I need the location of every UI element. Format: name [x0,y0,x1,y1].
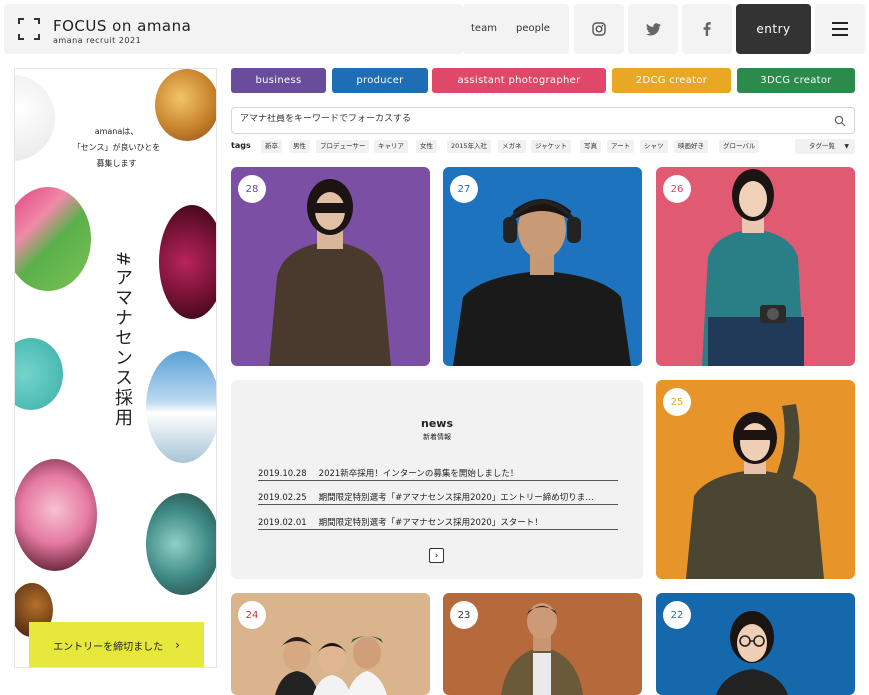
tag-chip[interactable]: ジャケット [531,140,572,153]
logo-title: FOCUS on amana [53,17,192,35]
tag-chip[interactable]: シャツ [640,140,668,153]
news-date: 2019.10.28 [258,469,307,479]
tag-chip[interactable]: 男性 [289,140,310,153]
tag-chip[interactable]: プロデューサー [316,140,370,153]
focus-frame-icon [18,18,40,40]
keyword-search [231,107,855,134]
news-item-link[interactable]: 2019.02.01 期間限定特別選考「#アマナセンス採用2020」スタート！ [258,516,618,530]
tag-chip[interactable]: 新卒 [261,140,282,153]
chevron-right-icon: › [175,638,180,652]
news-text: 期間限定特別選考「#アマナセンス採用2020」スタート！ [318,518,543,528]
photo-circle-flower [159,205,216,319]
logo-subtitle: amana recruit 2021 [53,36,142,45]
card-number-badge: 28 [238,175,266,203]
news-text: 期間限定特別選考「#アマナセンス採用2020」エントリー締め切りま… [318,493,594,503]
tag-chip[interactable]: 2015年入社 [447,140,492,153]
page: FOCUS on amana amana recruit 2021 team p… [0,0,869,695]
banner-copy-line: amanaは、 [94,127,139,136]
news-date: 2019.02.25 [258,493,307,503]
news-text: 2021新卒採用！インターンの募集を開始しました！ [318,469,519,479]
news-item-link[interactable]: 2019.10.28 2021新卒採用！インターンの募集を開始しました！ [258,467,618,481]
tag-chip[interactable]: 女性 [416,140,437,153]
banner-copy-line: 募集します [96,159,137,168]
menu-icon [832,22,848,24]
recruit-banner[interactable]: amanaは、 「センス」が良いひとを 募集します #アマナセンス採用 エントリ… [14,68,217,668]
news-subtitle: 新着情報 [423,433,451,441]
nav-people-link[interactable]: people [516,23,550,34]
photo-circle-dancer [15,187,91,291]
site-header: FOCUS on amana amana recruit 2021 team p… [0,0,869,58]
entry-closed-label: エントリーを締切ました [53,641,164,653]
facebook-button[interactable] [682,4,732,54]
caret-down-icon: ▼ [844,143,849,150]
category-button-3dcg-creator[interactable]: 3DCG creator [737,68,855,93]
card-number-badge: 24 [238,601,266,629]
twitter-icon [645,22,661,35]
facebook-icon [703,22,711,36]
instagram-button[interactable] [574,4,624,54]
card-number-badge: 25 [663,388,691,416]
news-panel: news 新着情報 2019.10.28 2021新卒採用！インターンの募集を開始… [231,380,643,579]
tag-chip[interactable]: 写真 [580,140,601,153]
card-number-badge: 26 [663,175,691,203]
card-number-badge: 23 [450,601,478,629]
card-number-badge: 22 [663,601,691,629]
logo-link[interactable]: FOCUS on amana amana recruit 2021 [4,4,463,54]
twitter-button[interactable] [628,4,678,54]
nav-links: team people [463,4,569,54]
chevron-right-icon[interactable]: › [429,548,444,563]
tag-chip[interactable]: 映画好き [674,140,708,153]
tag-chip[interactable]: グローバル [719,140,760,153]
banner-vertical-title: #アマナセンス採用 [112,251,133,429]
photo-circle-teal [15,338,63,410]
photo-circle-portrait [15,459,97,571]
tag-dropdown-label: タグ一覧 [809,142,835,150]
category-button-business[interactable]: business [231,68,326,93]
tags-row: tags 新卒 男性 プロデューサー キャリア 女性 2015年入社 メガネ ジャケット 写真ア… [231,139,855,154]
tags-label: tags [231,141,251,150]
category-button-assistant-photographer[interactable]: assistant photographer [432,68,606,93]
card-number-badge: 27 [450,175,478,203]
news-date: 2019.02.01 [258,518,307,528]
banner-copy: amanaは、 「センス」が良いひとを 募集します [15,124,216,172]
tag-chip[interactable]: キャリア [374,140,408,153]
tag-list-dropdown[interactable]: タグ一覧 ▼ [795,139,855,154]
photo-circle-sky [146,351,216,463]
news-title: news [420,417,453,430]
tag-chip[interactable]: メガネ [498,140,526,153]
category-button-producer[interactable]: producer [332,68,428,93]
entry-closed-button[interactable]: エントリーを締切ました › [29,622,204,667]
tag-chip[interactable]: アート [607,140,635,153]
entry-button[interactable]: entry [736,4,811,54]
search-icon[interactable] [834,115,846,127]
category-button-2dcg-creator[interactable]: 2DCG creator [612,68,731,93]
hamburger-menu-button[interactable] [815,4,865,54]
nav-team-link[interactable]: team [471,23,497,34]
photo-circle-reef [146,493,216,595]
search-input[interactable] [240,114,820,124]
news-item-link[interactable]: 2019.02.25 期間限定特別選考「#アマナセンス採用2020」エントリー締め… [258,491,618,505]
instagram-icon [592,22,606,36]
banner-copy-line: 「センス」が良いひとを [72,143,161,152]
